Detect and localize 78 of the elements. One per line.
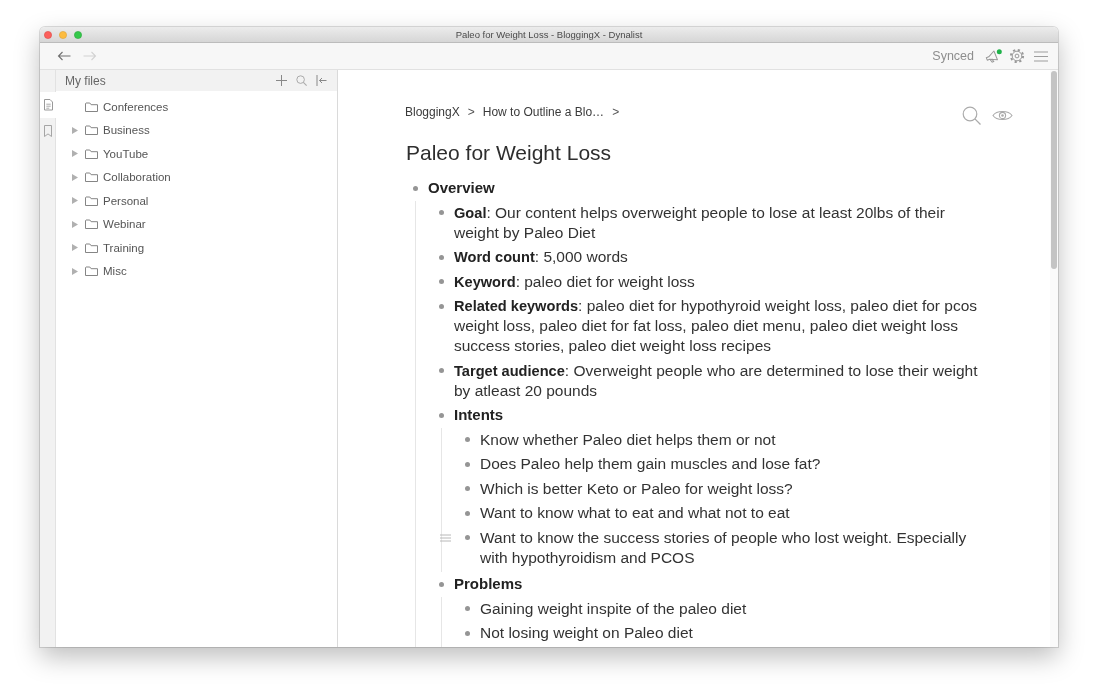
outline-text: Goal: Our content helps overweight people to lose at least 20lbs of their weight by Paleo Diet [454,202,946,243]
breadcrumb-separator: > [467,104,475,120]
bullet-icon[interactable] [464,535,470,540]
bullet-icon[interactable] [464,437,470,442]
plus-icon[interactable] [276,75,287,86]
bullet-icon[interactable] [438,303,444,309]
bullet-icon[interactable] [412,185,418,191]
bookmark-icon [44,125,52,137]
folder-icon [85,172,98,183]
folder-icon [85,148,98,159]
folder-name[interactable]: Misc [103,265,127,278]
expand-arrow-icon[interactable] [72,150,78,158]
expand-arrow-icon[interactable] [72,126,78,134]
expand-arrow-icon[interactable] [72,197,78,205]
outline-text: Gaining weight inspite of the paleo diet [480,598,748,619]
bullet-icon[interactable] [464,606,470,611]
outline-heading: Overview [428,178,496,198]
breadcrumb-link[interactable]: How to Outline a Blo… [482,104,605,120]
bullet-icon[interactable] [438,368,444,373]
megaphone-icon[interactable] [985,48,1002,64]
folder-name[interactable]: YouTube [103,147,149,160]
bullet-icon[interactable] [438,412,444,418]
breadcrumb-link[interactable]: BloggingX [405,104,460,120]
sync-status: Synced [932,49,974,63]
menu-icon[interactable] [1034,50,1048,62]
folder-name[interactable]: Webinar [103,218,146,231]
minimize-icon[interactable] [59,30,67,39]
outline-text: Does Paleo help them gain muscles and lose fat? [480,454,822,474]
document-title: Paleo for Weight Loss [406,140,613,166]
outline-text: Know whether Paleo diet helps them or not [480,429,777,450]
bullet-icon[interactable] [438,254,444,260]
bullet-icon[interactable] [438,581,444,587]
folder-icon [85,219,98,230]
sidebar-tab[interactable] [40,92,56,118]
outline-heading: Problems [454,574,524,594]
bullet-icon[interactable] [438,210,444,215]
outline-text: Want to know what to eat and what not to eat [480,503,791,523]
folder-icon [85,195,98,206]
expand-arrow-icon[interactable] [72,244,78,252]
bullet-icon[interactable] [464,630,470,636]
back-arrow-icon[interactable] [57,51,71,61]
outline-text: Which is better Keto or Paleo for weight loss? [480,478,794,499]
search-icon[interactable] [962,106,981,125]
zoom-icon[interactable] [74,30,82,39]
folder-icon [85,101,98,112]
outline-text: Not losing weight on Paleo diet [480,623,694,643]
expand-arrow-icon[interactable] [72,267,78,275]
folder-name[interactable]: Collaboration [103,171,171,184]
breadcrumb-separator: > [612,104,620,120]
drag-handle-icon[interactable] [440,533,451,542]
settings-icon[interactable] [1009,48,1025,64]
outline-text: Word count: 5,000 words [454,247,629,267]
window-title: Paleo for Weight Loss - BloggingX - Dynalist [455,29,643,40]
collapse-sidebar-icon[interactable] [316,75,327,86]
search-icon[interactable] [296,75,307,86]
folder-icon [85,125,98,136]
expand-arrow-icon[interactable] [72,220,78,228]
folder-icon [85,266,98,277]
expand-arrow-icon[interactable] [72,173,78,181]
close-icon[interactable] [44,30,52,39]
outline-text: Keyword: paleo diet for weight loss [454,271,696,292]
outline-text: Want to know the success stories of people who lost weight. Especially with hypothyroidism and PCOS [480,527,968,568]
document-icon [43,99,53,111]
eye-icon[interactable] [992,109,1013,122]
bullet-icon[interactable] [464,461,470,467]
sidebar-header: My files [65,73,106,88]
folder-name[interactable]: Training [103,241,145,254]
folder-name[interactable]: Conferences [103,100,169,113]
folder-name[interactable]: Business [103,124,150,137]
scrollbar-thumb[interactable] [1051,71,1057,269]
folder-name[interactable]: Personal [103,194,149,207]
folder-icon [85,242,98,253]
bullet-icon[interactable] [464,486,470,491]
bullet-icon[interactable] [464,510,470,516]
outline-text: Related keywords: paleo diet for hypothyroid weight loss, paleo diet for pcos weight loss, paleo diet for fat loss, paleo diet menu, paleo diet weight loss success stories, paleo diet weight loss recipes [454,296,979,356]
bullet-icon[interactable] [438,279,444,284]
outline-text: Target audience: Overweight people who are determined to lose their weight by atleast 20 pounds [454,360,979,401]
outline-heading: Intents [454,405,505,425]
